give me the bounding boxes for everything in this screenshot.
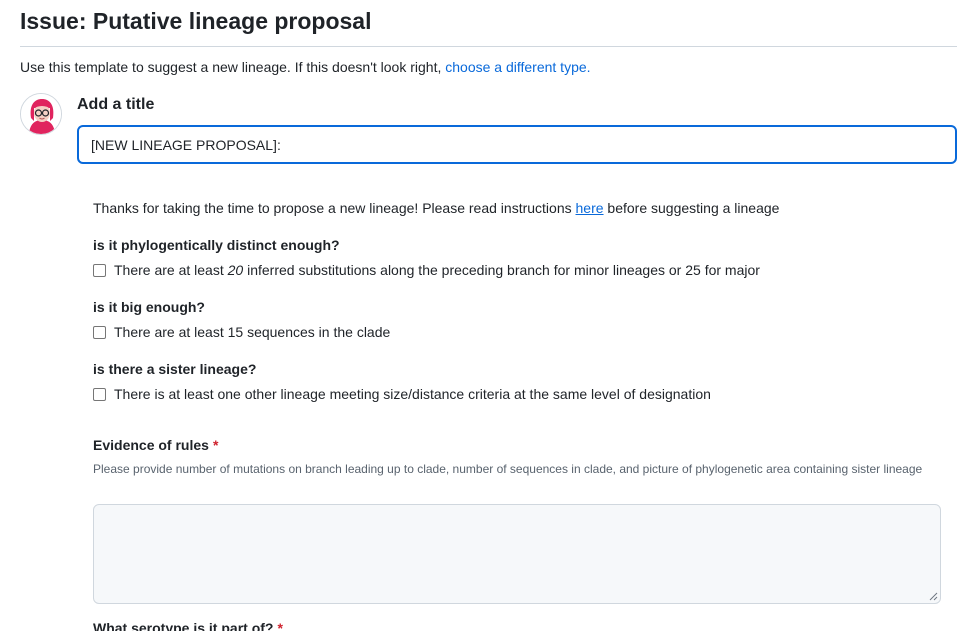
serotype-label-text: What serotype is it part of? xyxy=(93,620,274,631)
title-input[interactable] xyxy=(77,125,957,164)
thanks-text: Thanks for taking the time to propose a … xyxy=(93,200,779,216)
choose-different-type-link[interactable]: choose a different type. xyxy=(445,59,590,75)
checkbox-row-distinct[interactable]: There are at least 20 inferred substitut… xyxy=(93,262,760,278)
intro-text: Use this template to suggest a new linea… xyxy=(20,59,446,75)
page-title: Issue: Putative lineage proposal xyxy=(20,8,372,34)
checkbox-sister[interactable] xyxy=(93,387,106,401)
evidence-label: Evidence of rules * xyxy=(93,437,218,453)
checkbox-big[interactable] xyxy=(93,325,106,339)
checkbox-label-distinct: There are at least 20 inferred substitut… xyxy=(114,262,760,278)
required-marker: * xyxy=(212,437,219,453)
distinct-post: inferred substitutions along the precedi… xyxy=(243,262,760,278)
question-heading-big: is it big enough? xyxy=(93,299,205,315)
serotype-label: What serotype is it part of? * xyxy=(93,620,283,631)
question-heading-sister: is there a sister lineage? xyxy=(93,361,257,377)
checkbox-label-sister: There is at least one other lineage meet… xyxy=(114,386,711,402)
template-intro: Use this template to suggest a new linea… xyxy=(20,59,591,75)
checkbox-distinct[interactable] xyxy=(93,263,106,277)
thanks-suffix: before suggesting a lineage xyxy=(603,200,780,216)
user-avatar-icon xyxy=(21,94,61,134)
avatar xyxy=(20,93,62,135)
resize-handle-icon[interactable] xyxy=(929,592,938,601)
question-heading-distinct: is it phylogentically distinct enough? xyxy=(93,237,340,253)
checkbox-label-big: There are at least 15 sequences in the c… xyxy=(114,324,391,340)
evidence-textarea[interactable] xyxy=(93,504,941,604)
instructions-link[interactable]: here xyxy=(576,200,604,216)
title-divider xyxy=(20,46,957,47)
evidence-help-text: Please provide number of mutations on br… xyxy=(93,462,923,476)
checkbox-row-sister[interactable]: There is at least one other lineage meet… xyxy=(93,386,711,402)
required-marker: * xyxy=(277,620,283,631)
distinct-pre: There are at least xyxy=(114,262,228,278)
distinct-number: 20 xyxy=(227,262,244,278)
thanks-prefix: Thanks for taking the time to propose a … xyxy=(93,200,576,216)
add-title-label: Add a title xyxy=(77,96,155,113)
checkbox-row-big[interactable]: There are at least 15 sequences in the c… xyxy=(93,324,390,340)
evidence-label-text: Evidence of rules xyxy=(93,437,209,453)
